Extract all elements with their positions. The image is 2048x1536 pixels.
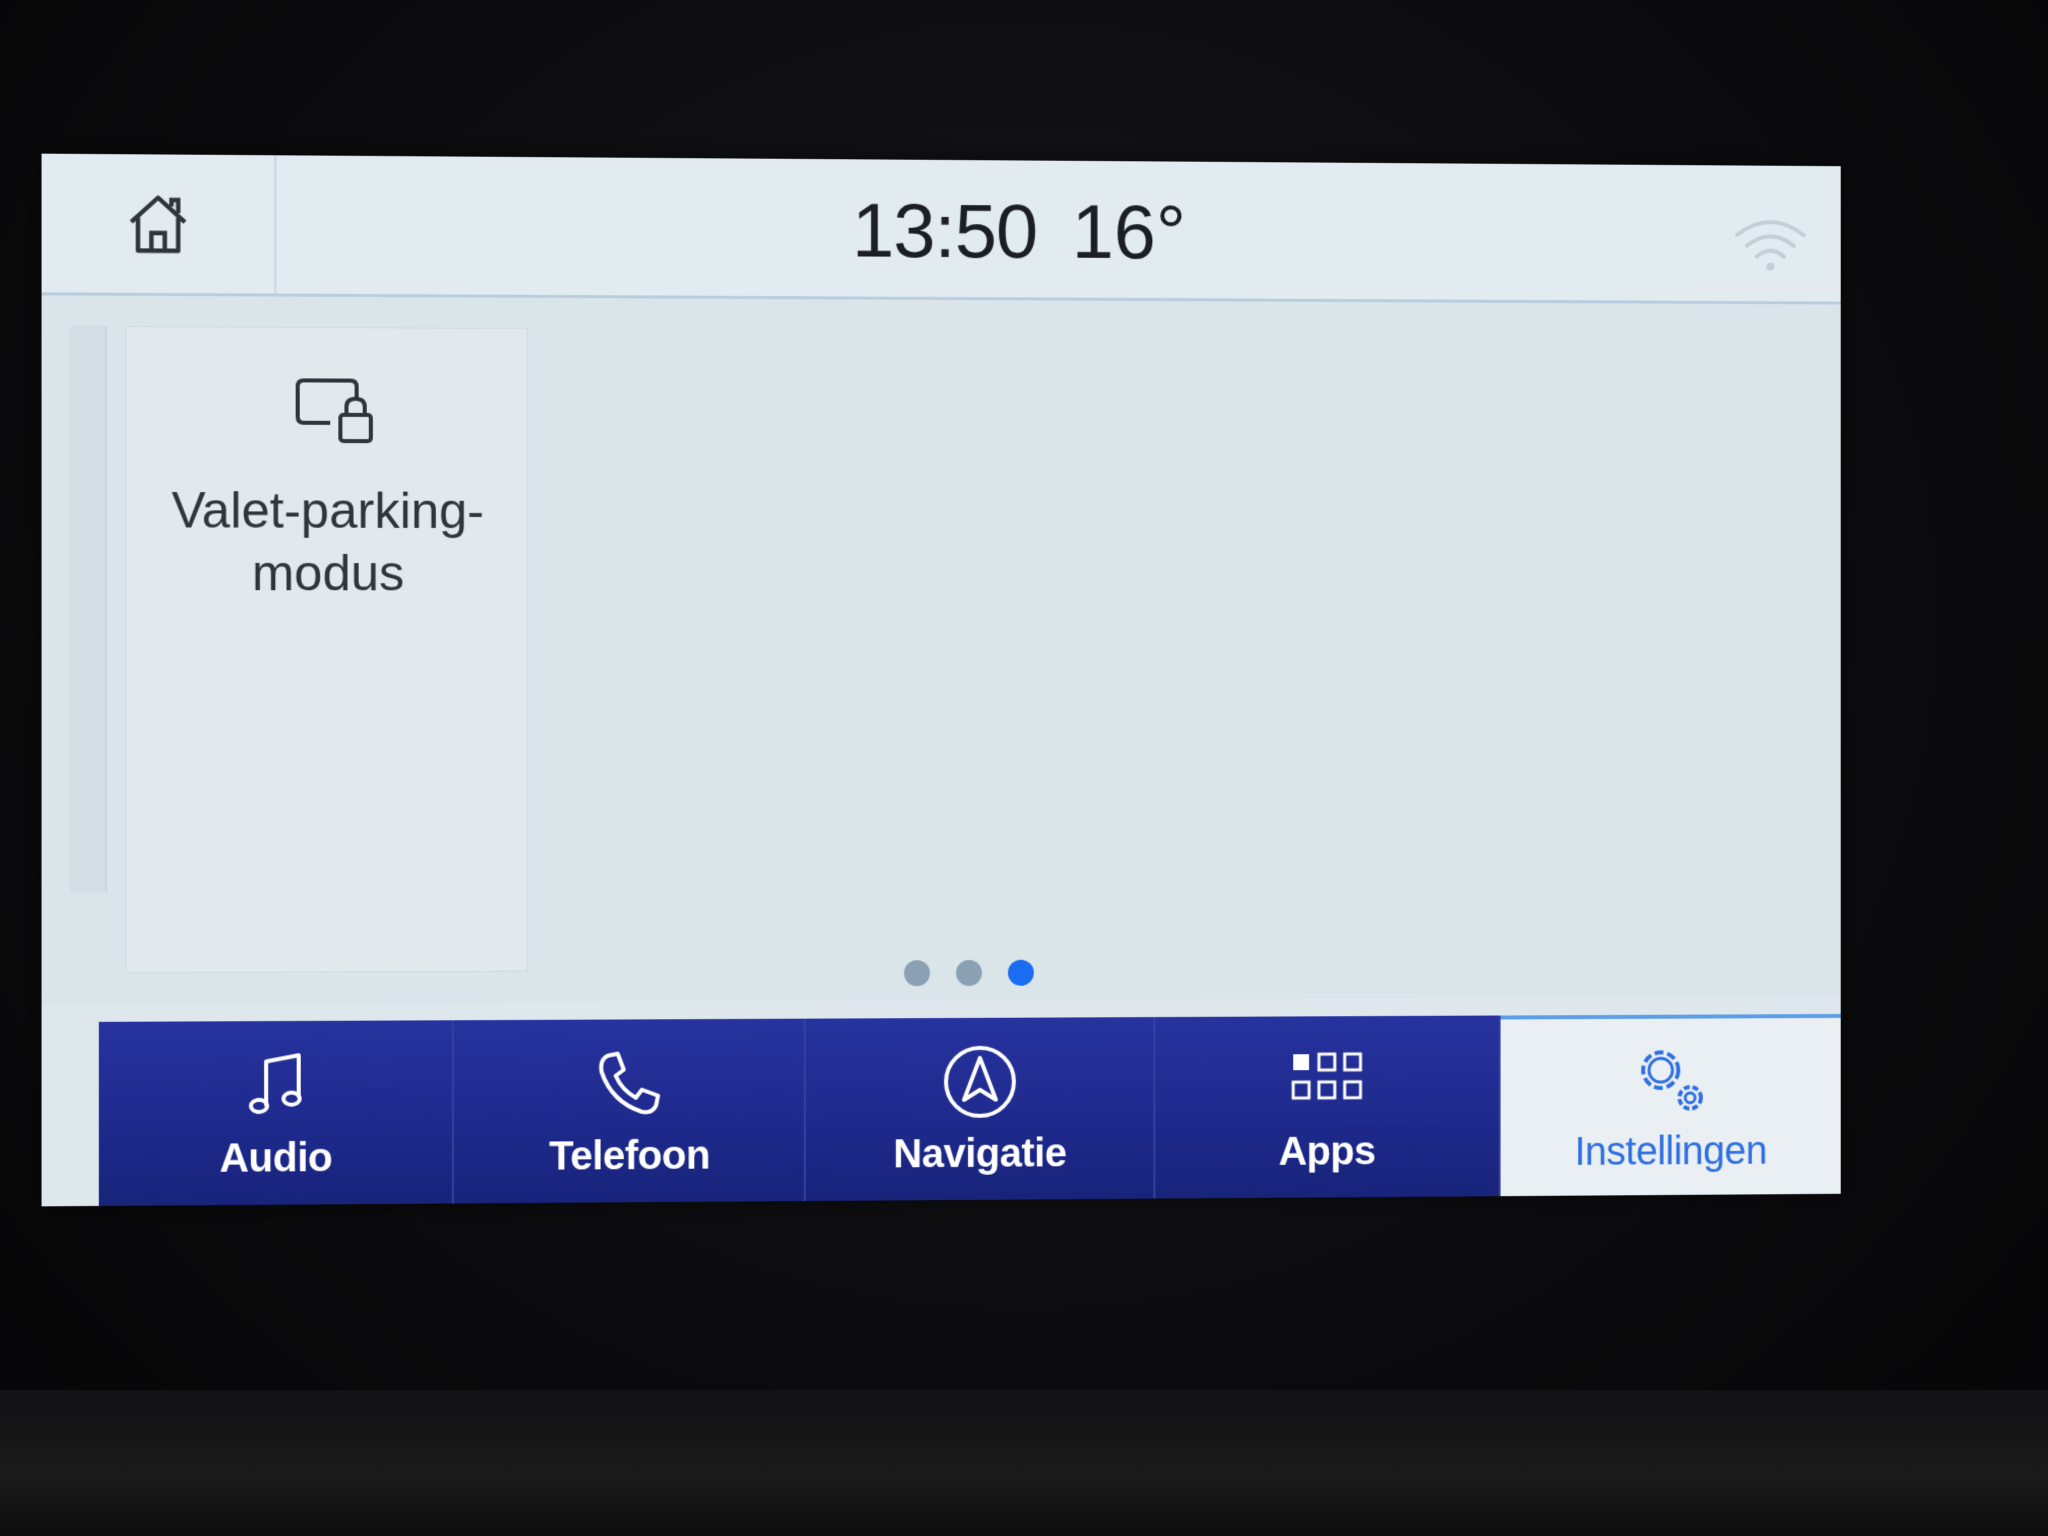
nav-telefoon[interactable]: Telefoon	[454, 1018, 807, 1204]
status-bar: 13:50 16°	[41, 153, 1841, 305]
nav-label: Apps	[1278, 1128, 1376, 1174]
valet-parking-mode-tile[interactable]: Valet-parking- modus	[125, 326, 528, 974]
nav-label: Instellingen	[1574, 1128, 1768, 1174]
settings-page: Valet-parking- modus	[41, 295, 1841, 1004]
nav-navigatie[interactable]: Navigatie	[806, 1017, 1155, 1202]
home-button[interactable]	[41, 153, 277, 294]
clock: 13:50	[851, 188, 1038, 275]
nav-audio[interactable]: Audio	[98, 1020, 455, 1206]
page-dot-2[interactable]	[955, 959, 982, 986]
home-icon	[122, 188, 193, 259]
dashboard-trim	[0, 1390, 2048, 1536]
nav-label: Navigatie	[893, 1130, 1067, 1176]
outside-temperature: 16°	[1071, 189, 1187, 276]
wifi-icon	[1731, 215, 1809, 271]
music-note-icon	[235, 1045, 316, 1126]
bottom-navigation-bar: Audio Telefoon Navigatie Apps Instelling…	[98, 1013, 1841, 1206]
previous-page-edge	[70, 325, 108, 893]
apps-grid-icon	[1287, 1039, 1366, 1119]
page-dot-3-active[interactable]	[1007, 959, 1034, 986]
page-indicator	[903, 959, 1034, 987]
nav-label: Telefoon	[549, 1132, 711, 1179]
infotainment-screen: 13:50 16° Valet-parking- modus Audio Tel…	[41, 153, 1841, 1207]
phone-icon	[589, 1043, 670, 1124]
nav-instellingen-active[interactable]: Instellingen	[1500, 1013, 1841, 1197]
nav-apps[interactable]: Apps	[1154, 1015, 1501, 1199]
navigation-arrow-icon	[943, 1045, 1017, 1118]
tile-label: Valet-parking- modus	[171, 481, 485, 602]
page-dot-1[interactable]	[903, 960, 931, 987]
nav-label: Audio	[219, 1135, 333, 1181]
gear-icon	[1632, 1040, 1710, 1120]
screen-lock-icon	[290, 370, 379, 451]
